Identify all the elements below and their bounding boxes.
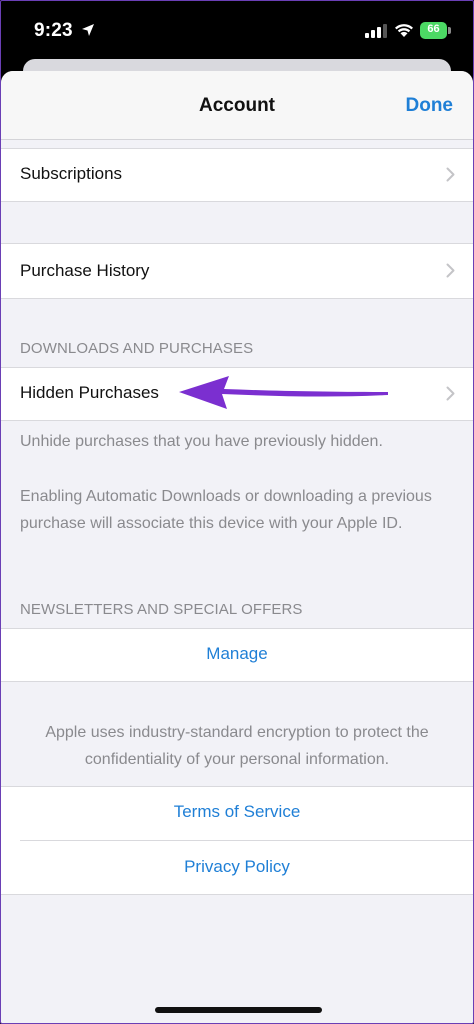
- done-button[interactable]: Done: [406, 95, 454, 117]
- battery-cap: [448, 27, 451, 34]
- chevron-right-icon: [446, 263, 455, 278]
- legal-links-group: Terms of Service Privacy Policy: [1, 786, 473, 895]
- hidden-purchases-label: Hidden Purchases: [20, 383, 159, 402]
- location-arrow-icon: [82, 24, 94, 36]
- wifi-icon: [395, 24, 413, 37]
- encryption-note: Apple uses industry-standard encryption …: [45, 724, 429, 768]
- chevron-right-icon: [446, 386, 455, 401]
- home-indicator: [155, 1007, 322, 1013]
- account-sheet: Account Done Subscriptions Purchase Hist…: [1, 71, 473, 1023]
- annotation-arrow-icon: [179, 376, 388, 409]
- manage-row[interactable]: Manage: [1, 628, 473, 682]
- cellular-signal-icon: [365, 24, 387, 38]
- purchase-history-row[interactable]: Purchase History: [1, 243, 473, 299]
- purchase-history-label: Purchase History: [20, 261, 150, 280]
- subscriptions-label: Subscriptions: [20, 164, 123, 183]
- hidden-purchases-footer: Unhide purchases that you have previousl…: [20, 433, 383, 450]
- page-title: Account: [199, 95, 275, 116]
- battery-icon: 66: [420, 22, 453, 39]
- downloads-section-header: DOWNLOADS AND PURCHASES: [20, 340, 254, 357]
- nav-bar: Account Done: [1, 71, 473, 140]
- privacy-policy-link[interactable]: Privacy Policy: [1, 857, 473, 877]
- screen-frame: 9:23 66 Account Done Subscriptions Purch…: [0, 0, 474, 1024]
- subscriptions-row[interactable]: Subscriptions: [1, 148, 473, 202]
- newsletters-section-header: NEWSLETTERS AND SPECIAL OFFERS: [20, 601, 303, 618]
- battery-level: 66: [427, 23, 440, 35]
- status-bar: 9:23 66: [1, 1, 473, 61]
- status-time: 9:23: [34, 20, 73, 41]
- downloads-note: Enabling Automatic Downloads or download…: [20, 488, 432, 532]
- terms-of-service-link[interactable]: Terms of Service: [1, 802, 473, 822]
- chevron-right-icon: [446, 167, 455, 182]
- manage-link[interactable]: Manage: [1, 644, 473, 664]
- row-divider: [20, 840, 473, 841]
